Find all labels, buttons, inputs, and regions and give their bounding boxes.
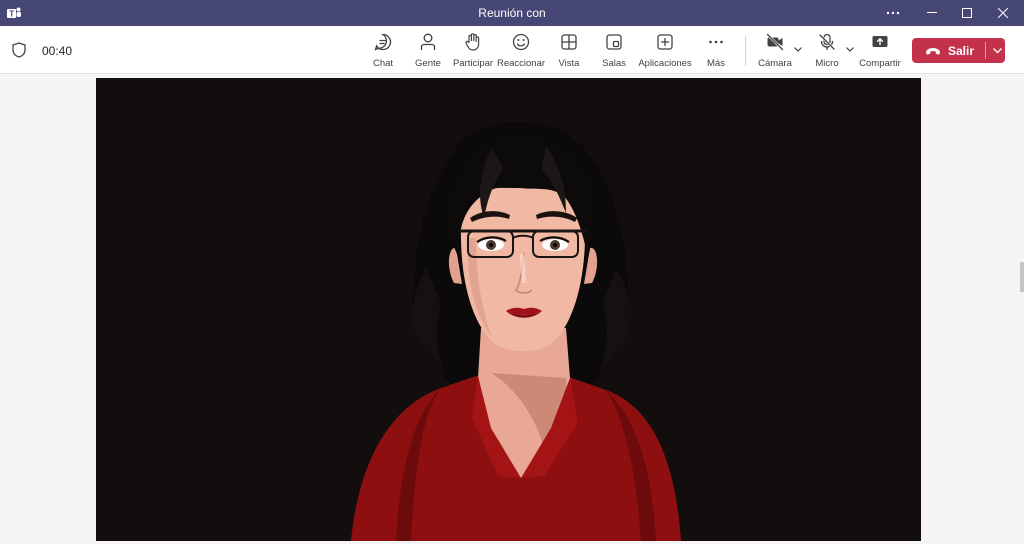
meeting-stage xyxy=(0,74,1024,544)
minimize-button[interactable] xyxy=(914,0,950,26)
rooms-label: Salas xyxy=(602,58,626,69)
leave-label: Salir xyxy=(948,43,975,58)
camera-label: Cámara xyxy=(758,58,792,69)
chat-label: Chat xyxy=(372,58,394,69)
share-screen-icon xyxy=(872,36,888,47)
more-label: Más xyxy=(707,58,725,69)
leave-options-chevron-icon[interactable] xyxy=(992,45,1003,56)
raise-hand-label: Participar xyxy=(452,58,494,69)
view-label: Vista xyxy=(558,58,580,69)
smiley-icon xyxy=(512,33,530,51)
avatar-video-image xyxy=(351,121,681,541)
mic-off-icon xyxy=(819,33,835,51)
hang-up-icon xyxy=(926,47,940,55)
hand-icon xyxy=(465,33,480,51)
ellipsis-icon xyxy=(709,40,723,44)
window-title: Reunión con xyxy=(478,6,546,20)
meeting-toolbar: 00:40 Chat Gente Participar Reaccionar V… xyxy=(0,26,1024,74)
more-options-icon[interactable] xyxy=(875,0,911,26)
leave-divider xyxy=(985,42,986,59)
title-bar: T Reunión con xyxy=(0,0,1024,26)
vertical-scrollbar[interactable] xyxy=(1020,74,1024,544)
participant-video[interactable] xyxy=(96,78,921,541)
more-button[interactable]: Más xyxy=(686,32,746,69)
camera-off-icon xyxy=(766,33,784,51)
mic-label: Micro xyxy=(815,58,839,69)
person-icon xyxy=(420,33,436,50)
people-label: Gente xyxy=(415,58,441,69)
share-button[interactable]: Compartir xyxy=(850,32,910,69)
add-app-icon xyxy=(657,34,673,50)
react-label: Reaccionar xyxy=(496,58,546,69)
leave-button[interactable]: Salir xyxy=(912,38,1005,63)
maximize-button[interactable] xyxy=(949,0,985,26)
chat-icon xyxy=(374,33,392,51)
shield-icon xyxy=(12,42,26,58)
close-button[interactable] xyxy=(985,0,1021,26)
grid-view-icon xyxy=(561,34,577,50)
apps-label: Aplicaciones xyxy=(638,58,692,69)
scrollbar-thumb[interactable] xyxy=(1020,262,1024,292)
meeting-timer: 00:40 xyxy=(42,44,73,58)
share-label: Compartir xyxy=(859,58,901,69)
rooms-icon xyxy=(606,34,622,50)
